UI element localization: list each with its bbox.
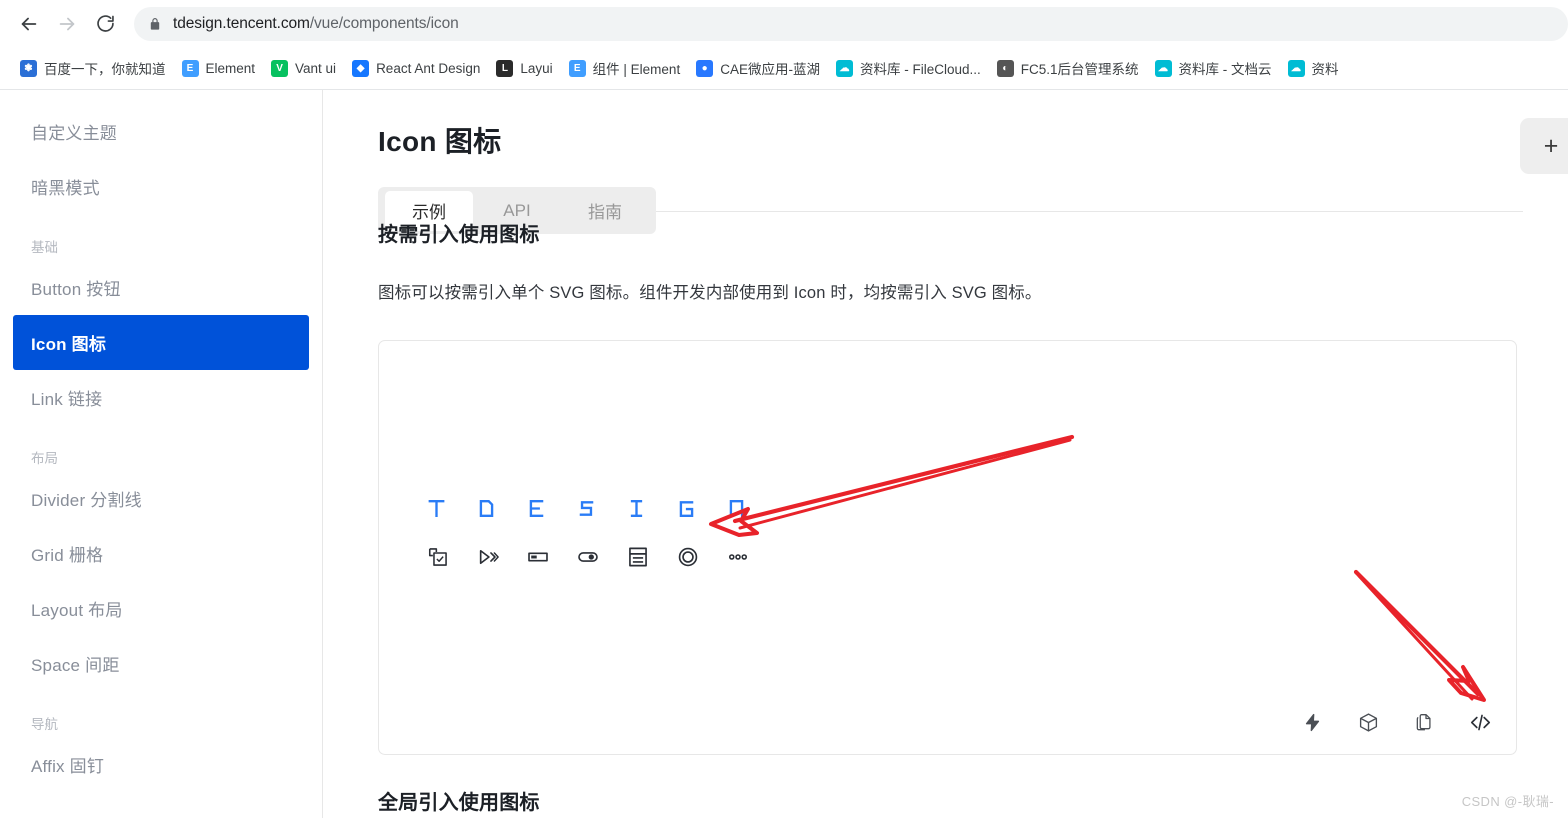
url-text: tdesign.tencent.com/vue/components/icon [173,14,459,32]
input-field-icon [525,544,551,570]
next-section-heading: 全局引入使用图标 [378,792,540,814]
copy-file-icon[interactable] [1410,708,1438,736]
bookmark-item[interactable]: ◆ React Ant Design [344,54,488,82]
demo-icon-row [425,544,751,570]
bookmark-label: 组件 | Element [592,62,681,77]
demo-card [378,340,1517,755]
bookmark-item[interactable]: ◐ FC5.1后台管理系统 [989,54,1147,82]
bookmark-label: React Ant Design [376,60,481,76]
add-panel-button[interactable]: + [1520,118,1568,174]
address-bar[interactable]: tdesign.tencent.com/vue/components/icon [134,6,1568,41]
filecloud-icon: ☁ [1287,59,1305,77]
baidu-paw-icon: ❃ [20,59,37,77]
sidebar-item-divider[interactable]: Divider 分割线 [13,471,309,526]
forward-button[interactable] [48,5,86,43]
sidebar-item-button[interactable]: Button 按钮 [13,260,309,315]
sidebar-group-layout: 布局 [31,451,58,466]
logo-letter-d [474,499,498,518]
vant-icon: V [271,59,289,77]
bookmark-item[interactable]: L Layui [488,54,560,82]
play-forward-icon [475,544,501,570]
demo-logo-block [424,499,751,570]
logo-letter-e [524,499,548,518]
sidebar-group-basic: 基础 [31,240,58,255]
sidebar-item-icon[interactable]: Icon 图标 [13,315,309,370]
bookmark-item[interactable]: ● CAE微应用-蓝湖 [688,54,828,82]
sidebar-item-layout[interactable]: Layout 布局 [13,581,309,636]
sidebar-item-link[interactable]: Link 链接 [13,370,309,425]
lanhu-icon: ● [696,59,714,77]
layui-icon: L [496,59,514,77]
bookmark-item[interactable]: ☁ 资料 [1280,54,1347,82]
bookmark-label: FC5.1后台管理系统 [1020,62,1139,77]
sidebar-item-dark-mode[interactable]: 暗黑模式 [13,159,309,214]
bookmark-label: 百度一下，你就知道 [44,62,166,77]
page-title: Icon 图标 [378,126,502,157]
logo-letter-t [424,499,448,518]
bookmark-label: 资料 [1311,62,1339,77]
page-viewport: 自定义主题 暗黑模式 基础 Button 按钮 Icon 图标 Link 链接 布局 Divi… [0,90,1568,818]
bookmark-label: Layui [520,60,553,76]
logo-letter-g [674,499,698,518]
back-button[interactable] [10,5,48,43]
bookmark-item[interactable]: V Vant ui [263,54,344,82]
reload-button[interactable] [86,5,124,43]
bookmark-label: CAE微应用-蓝湖 [720,62,820,77]
browser-chrome: tdesign.tencent.com/vue/components/icon … [0,0,1568,90]
ant-design-icon: ◆ [352,59,370,77]
element-icon: E [181,59,199,77]
browser-toolbar: tdesign.tencent.com/vue/components/icon [0,0,1568,47]
ellipsis-icon [725,544,751,570]
code-brackets-icon[interactable] [1466,708,1494,736]
filecloud-icon: ☁ [835,59,853,77]
tdesign-logo-letters [424,499,751,518]
logo-letter-n [724,499,748,518]
bookmark-item[interactable]: E 组件 | Element [561,54,689,82]
sidebar-navigation: 自定义主题 暗黑模式基础 Button 按钮 Icon 图标 Link 链接布局 Divi… [0,90,323,818]
cube-icon[interactable] [1354,708,1382,736]
element-icon: E [568,59,586,77]
sidebar-item-affix[interactable]: Affix 固钉 [13,737,309,792]
bookmark-item[interactable]: ❃ 百度一下，你就知道 [12,54,174,82]
csdn-watermark: CSDN @-耿瑞- [1461,794,1554,809]
lightning-icon[interactable] [1298,708,1326,736]
logo-letter-i [624,499,648,518]
bookmark-item[interactable]: ☁ 资料库 - 文档云 [1147,54,1280,82]
bookmark-item[interactable]: E Element [174,54,264,82]
bookmarks-bar: ❃ 百度一下，你就知道 E Element V Vant ui ◆ React Ant Des… [0,47,1568,90]
demo-card-actions [1298,708,1494,736]
bookmark-label: 资料库 - FileCloud... [859,62,981,77]
bookmark-item[interactable]: ☁ 资料库 - FileCloud... [828,54,989,82]
plus-icon: + [1543,131,1559,160]
list-layout-icon [625,544,651,570]
filecloud-icon: ☁ [1154,59,1172,77]
lock-icon [148,17,162,31]
sidebar-item-custom-theme[interactable]: 自定义主题 [13,104,309,159]
radio-circle-icon [675,544,701,570]
sidebar-group-nav: 导航 [31,717,58,732]
globe-icon: ◐ [996,59,1014,77]
sidebar-item-grid[interactable]: Grid 栅格 [13,526,309,581]
bookmark-label: Vant ui [295,60,337,76]
bookmark-label: Element [205,60,256,76]
logo-letter-s [574,499,598,518]
bookmark-label: 资料库 - 文档云 [1178,62,1272,77]
section-heading: 按需引入使用图标 [378,224,540,246]
section-description: 图标可以按需引入单个 SVG 图标。组件开发内部使用到 Icon 时，均按需引入… [378,284,1042,302]
main-content: Icon 图标 示例 API 指南 按需引入使用图标 图标可以按需引入单个 SVG … [323,90,1568,818]
sidebar-item-space[interactable]: Space 间距 [13,636,309,691]
switch-toggle-icon [575,544,601,570]
check-rectangle-icon [425,544,451,570]
